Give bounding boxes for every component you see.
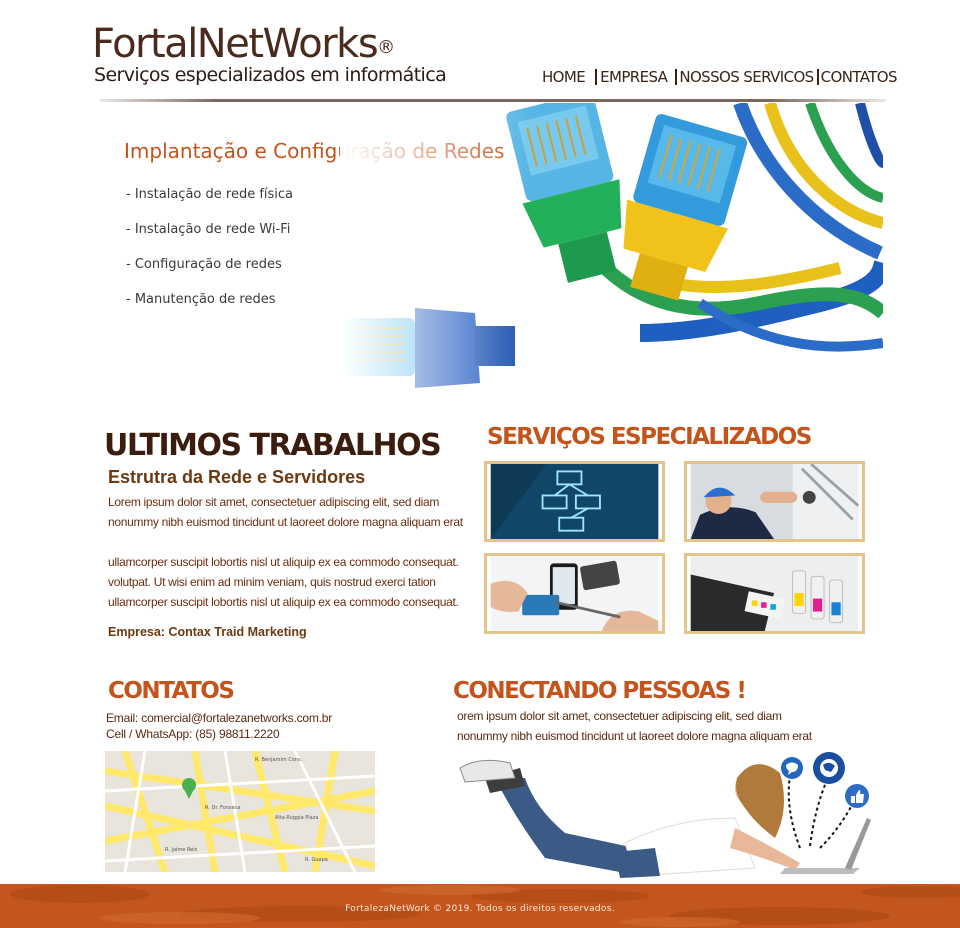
banner-list-item: - Instalação de rede Wi-Fi <box>126 222 291 237</box>
street-map-image: R. Benjamim Cons. R. Dr. Fonseca Alta Ru… <box>105 751 375 872</box>
header-divider <box>100 99 886 102</box>
paragraph-line: nonummy nibh euismod tincidunt ut laoree… <box>457 729 812 743</box>
banner-list-item: - Instalação de rede física <box>126 187 294 202</box>
contact-phone[interactable]: Cell / WhatsApp: (85) 98811.2220 <box>106 727 280 741</box>
nav-separator <box>675 69 678 85</box>
site-logo[interactable]: FortalNetWorks® Serviços especializados … <box>92 20 452 90</box>
service-thumb-printer-ink[interactable] <box>684 553 865 634</box>
nav-contatos[interactable]: CONTATOS <box>821 68 898 86</box>
contacts-title: CONTATOS <box>108 678 235 704</box>
paragraph-line: Lorem ipsum dolor sit amet, consectetuer… <box>108 495 440 509</box>
nav-nossos-servicos[interactable]: NOSSOS SERVICOS <box>679 68 814 86</box>
nav-separator <box>595 69 598 85</box>
service-thumb-phone-repair[interactable] <box>484 553 665 634</box>
banner-list-item: - Configuração de redes <box>126 257 282 272</box>
footer-copyright: FortalezaNetWork © 2019. Todos os direit… <box>345 904 615 914</box>
svg-text:R. Guapa: R. Guapa <box>305 857 328 863</box>
phone-repair-photo <box>490 556 659 631</box>
network-diagram-icon <box>490 464 659 539</box>
connecting-people-title: CONECTANDO PESSOAS ! <box>453 678 747 704</box>
network-cables-image <box>340 103 883 392</box>
latest-works-paragraph: Lorem ipsum dolor sit amet, consectetuer… <box>108 492 478 532</box>
registered-mark: ® <box>377 37 396 58</box>
contact-email[interactable]: Email: comercial@fortalezanetworks.com.b… <box>106 711 332 725</box>
logo-name: FortalNetWorks® <box>92 21 396 67</box>
printer-ink-photo <box>690 556 859 631</box>
latest-works-subtitle: Estrutra da Rede e Servidores <box>108 467 366 487</box>
nav-separator <box>816 69 819 85</box>
paragraph-line: nonummy nibh euismod tincidunt ut laoree… <box>108 515 463 529</box>
banner-list-item: - Manutenção de redes <box>126 292 276 307</box>
technician-photo <box>690 464 860 539</box>
paragraph-line: ullamcorper suscipit lobortis nisl ut al… <box>108 595 459 609</box>
svg-text:R. Jaime Reis: R. Jaime Reis <box>165 847 198 853</box>
banner-service-list: - Instalação de rede física - Instalação… <box>126 187 293 327</box>
svg-text:Alta Ruggia Plaza: Alta Ruggia Plaza <box>275 815 318 821</box>
woman-with-laptop-image <box>459 752 871 878</box>
paragraph-line: volutpat. Ut wisi enim ad minim veniam, … <box>108 575 436 589</box>
logo-tagline: Serviços especializados em informática <box>94 64 447 86</box>
main-nav: HOME EMPRESA NOSSOS SERVICOS CONTATOS <box>542 68 898 86</box>
connecting-people-paragraph: orem ipsum dolor sit amet, consectetuer … <box>457 706 812 746</box>
nav-empresa[interactable]: EMPRESA <box>600 68 668 86</box>
company-name: Empresa: Contax Traid Marketing <box>108 625 307 639</box>
svg-text:R. Benjamim Cons.: R. Benjamim Cons. <box>255 757 303 763</box>
svg-text:R. Dr. Fonseca: R. Dr. Fonseca <box>205 805 241 811</box>
paragraph-line: ullamcorper suscipit lobortis nisl ut al… <box>108 555 459 569</box>
location-map[interactable]: R. Benjamim Cons. R. Dr. Fonseca Alta Ru… <box>105 751 375 872</box>
nav-home[interactable]: HOME <box>542 68 586 86</box>
paragraph-line: orem ipsum dolor sit amet, consectetuer … <box>457 709 782 723</box>
specialized-services-title: SERVIÇOS ESPECIALIZADOS <box>487 424 812 450</box>
latest-works-title: ULTIMOS TRABALHOS <box>104 428 442 463</box>
site-footer: FortalezaNetWork © 2019. Todos os direit… <box>0 884 960 928</box>
latest-works-paragraph: ullamcorper suscipit lobortis nisl ut al… <box>108 552 478 612</box>
hero-banner: Implantação e Configuração de Redes - In… <box>100 103 883 392</box>
service-thumb-network-diagram[interactable] <box>484 461 665 542</box>
service-thumb-technician[interactable] <box>684 461 865 542</box>
